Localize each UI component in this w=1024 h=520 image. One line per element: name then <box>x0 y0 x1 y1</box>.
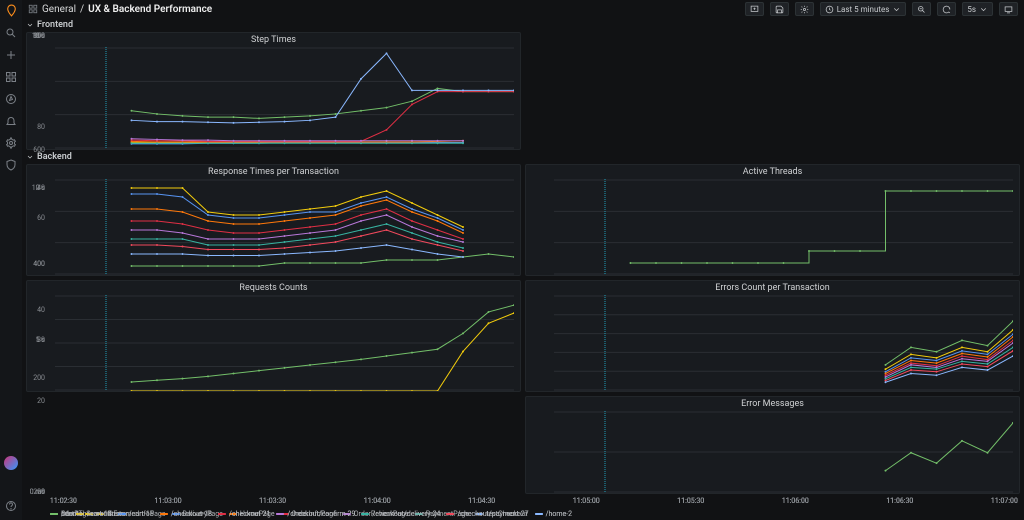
panel-step-times[interactable]: Step Times15 s10 s5 s0 ms11:02:3011:03:0… <box>26 32 521 150</box>
panel-title: Step Times <box>27 33 520 45</box>
page-title: UX & Backend Performance <box>88 4 212 15</box>
time-picker-button[interactable]: Last 5 minutes <box>820 2 907 16</box>
chart-plot <box>554 411 1013 493</box>
search-icon[interactable] <box>5 27 17 39</box>
plus-icon[interactable] <box>5 49 17 61</box>
dashboard-icon <box>28 4 38 14</box>
add-panel-button[interactable] <box>745 2 764 16</box>
panel-active-threads[interactable]: Active Threads5040302011:02:3011:03:0011… <box>525 164 1020 276</box>
topbar: General / UX & Backend Performance Last … <box>22 0 1024 18</box>
gear-icon[interactable] <box>5 137 17 149</box>
chart-plot <box>55 295 514 391</box>
chart-plot <box>554 179 1013 275</box>
panel-error-messages[interactable]: Error Messages60040020011:02:3011:03:001… <box>525 396 1020 494</box>
breadcrumb[interactable]: General / UX & Backend Performance <box>28 4 212 15</box>
refresh-button[interactable] <box>937 2 956 16</box>
time-range-label: Last 5 minutes <box>837 5 890 14</box>
explore-icon[interactable] <box>5 93 17 105</box>
clock-icon <box>825 5 834 14</box>
save-button[interactable] <box>770 2 789 16</box>
panel-response-times[interactable]: Response Times per Transaction3 s2 s1 s0… <box>26 164 521 276</box>
chart-plot <box>55 47 514 149</box>
zoom-out-button[interactable] <box>912 2 931 16</box>
tv-mode-button[interactable] <box>999 2 1018 16</box>
shield-icon[interactable] <box>5 159 17 171</box>
panel-title: Errors Count per Transaction <box>526 281 1019 293</box>
chevron-down-icon <box>26 21 34 29</box>
sidebar <box>0 0 22 520</box>
refresh-interval-label: 5s <box>967 5 976 14</box>
avatar[interactable] <box>4 456 18 470</box>
panel-title: Response Times per Transaction <box>27 165 520 177</box>
help-icon[interactable] <box>5 500 17 512</box>
bell-icon[interactable] <box>5 115 17 127</box>
chevron-down-icon <box>979 5 988 14</box>
row-header-backend[interactable]: Backend <box>26 152 1020 162</box>
panel-title: Active Threads <box>526 165 1019 177</box>
breadcrumb-folder: General <box>42 4 76 15</box>
panel-errors-count[interactable]: Errors Count per Transaction100806040200… <box>525 280 1020 392</box>
panel-request-counts[interactable]: Requests Counts800600400200011:02:3011:0… <box>26 280 521 392</box>
panel-title: Error Messages <box>526 397 1019 409</box>
dashboards-icon[interactable] <box>5 71 17 83</box>
chart-plot <box>55 179 514 275</box>
panel-title: Requests Counts <box>27 281 520 293</box>
row-title: Frontend <box>37 20 73 30</box>
chevron-down-icon <box>892 5 901 14</box>
refresh-interval-button[interactable]: 5s <box>962 2 993 16</box>
chart-plot <box>554 295 1013 391</box>
grafana-logo-icon[interactable] <box>5 4 18 17</box>
row-header-frontend[interactable]: Frontend <box>26 20 1020 30</box>
main: Frontend Step Times15 s10 s5 s0 ms11:02:… <box>22 18 1024 520</box>
settings-button[interactable] <box>795 2 814 16</box>
